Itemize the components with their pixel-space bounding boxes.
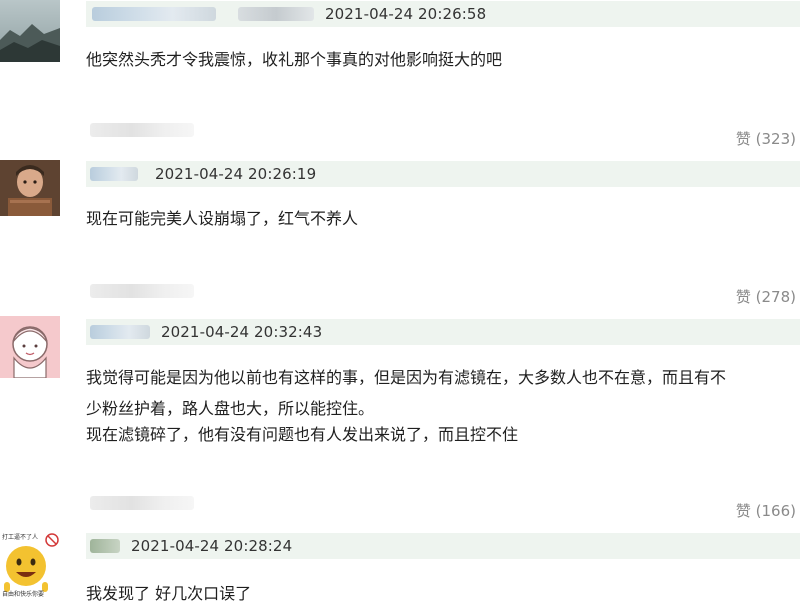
comment-4: 打工逼不了人 自由和快乐你要 2021-04-24 20:28:24 我发现了 … — [0, 530, 800, 611]
avatar[interactable] — [0, 160, 60, 216]
comment-3: 2021-04-24 20:32:43 我觉得可能是因为他以前也有这样的事，但是… — [0, 316, 800, 530]
reply-info-blurred — [90, 496, 194, 510]
username-blurred-extra — [238, 7, 314, 21]
comment-timestamp: 2021-04-24 20:32:43 — [161, 323, 323, 341]
comment-header: 2021-04-24 20:28:24 — [86, 533, 800, 559]
comment-2: 2021-04-24 20:26:19 现在可能完美人设崩塌了，红气不养人 赞 … — [0, 158, 800, 308]
comment-timestamp: 2021-04-24 20:26:19 — [155, 165, 317, 183]
username-blurred[interactable] — [92, 7, 216, 21]
username-blurred[interactable] — [90, 167, 138, 181]
like-count[interactable]: 赞 (323) — [736, 128, 796, 149]
child-photo-avatar-image — [0, 160, 60, 216]
avatar[interactable]: 打工逼不了人 自由和快乐你要 — [0, 530, 60, 600]
avatar-caption-bottom: 自由和快乐你要 — [2, 590, 44, 598]
reply-info-blurred — [90, 284, 194, 298]
avatar[interactable] — [0, 316, 60, 378]
cartoon-girl-avatar-image — [0, 316, 60, 378]
avatar-caption-top: 打工逼不了人 — [2, 533, 38, 541]
comment-text-line-2: 少粉丝护着，路人盘也大，所以能控住。 — [86, 399, 375, 418]
comment-text-line-3: 现在滤镜碎了，他有没有问题也有人发出来说了，而且控不住 — [86, 425, 519, 444]
comment-1: 2021-04-24 20:26:58 他突然头秃才令我震惊，收礼那个事真的对他… — [0, 0, 800, 150]
landscape-avatar-image — [0, 0, 60, 62]
comment-text: 现在可能完美人设崩塌了，红气不养人 — [86, 209, 359, 228]
comment-text: 我发现了 好几次口误了 — [86, 584, 252, 603]
like-count[interactable]: 赞 (278) — [736, 286, 796, 307]
username-blurred[interactable] — [90, 325, 150, 339]
comment-text: 他突然头秃才令我震惊，收礼那个事真的对他影响挺大的吧 — [86, 50, 503, 69]
comment-header: 2021-04-24 20:26:19 — [86, 161, 800, 187]
comment-timestamp: 2021-04-24 20:28:24 — [131, 537, 293, 555]
username-blurred[interactable] — [90, 539, 120, 553]
comment-timestamp: 2021-04-24 20:26:58 — [325, 5, 487, 23]
comment-header: 2021-04-24 20:32:43 — [86, 319, 800, 345]
reply-info-blurred — [90, 123, 194, 137]
avatar[interactable] — [0, 0, 60, 62]
comment-header: 2021-04-24 20:26:58 — [86, 1, 800, 27]
like-count[interactable]: 赞 (166) — [736, 500, 796, 521]
emoji-meme-avatar-image: 打工逼不了人 自由和快乐你要 — [0, 530, 60, 600]
comment-text-line-1: 我觉得可能是因为他以前也有这样的事，但是因为有滤镜在，大多数人也不在意，而且有不 — [86, 368, 727, 387]
